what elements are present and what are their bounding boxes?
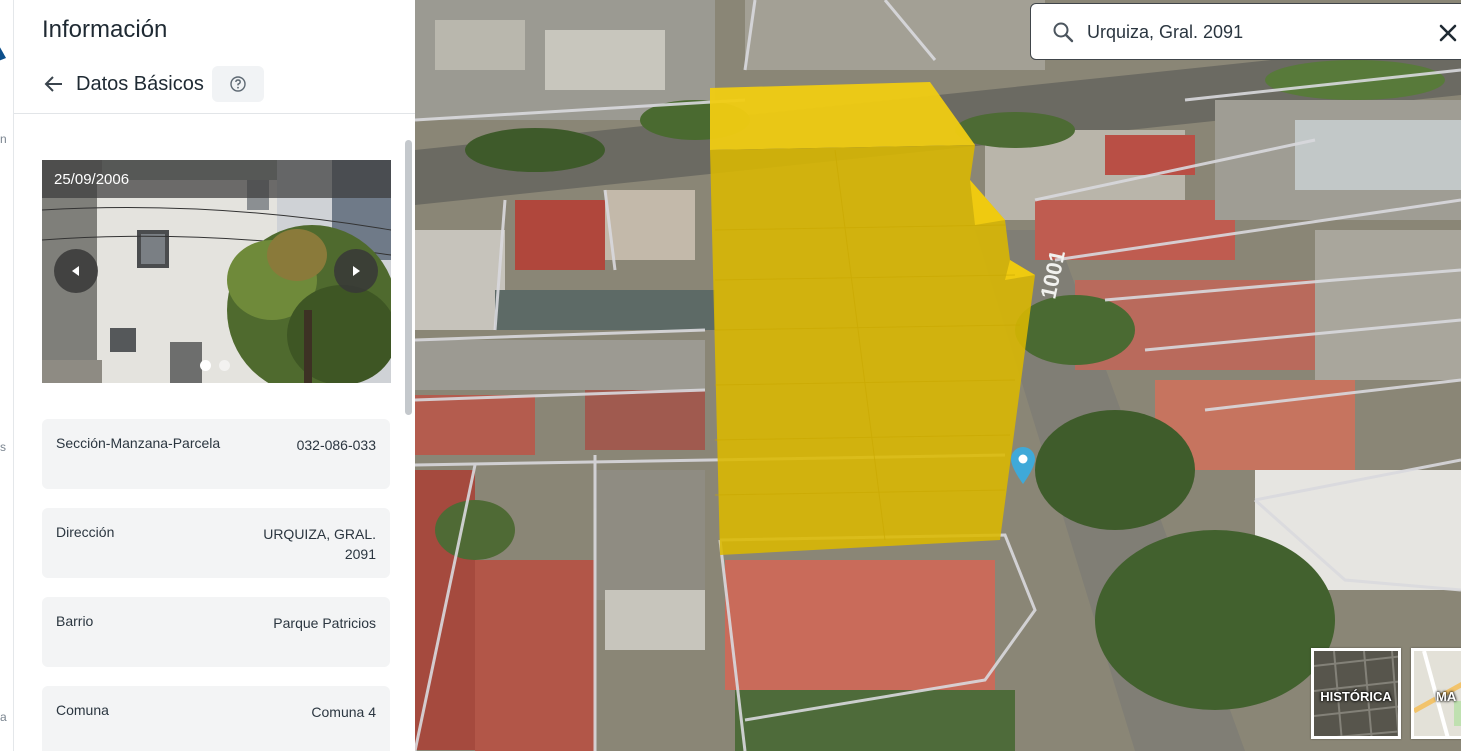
photo-date: 25/09/2006: [42, 160, 391, 198]
detail-value: 032-086-033: [296, 437, 376, 453]
detail-card-smp: Sección-Manzana-Parcela 032-086-033: [42, 419, 390, 489]
carousel-dot[interactable]: [219, 360, 230, 371]
next-photo-button[interactable]: [334, 249, 378, 293]
info-panel: Información Datos Básicos 25/09/2006 Sec…: [14, 0, 415, 751]
carousel-dot[interactable]: [200, 360, 211, 371]
detail-value: URQUIZA, GRAL. 2091: [263, 526, 376, 562]
clear-search-button[interactable]: [1433, 18, 1461, 48]
detail-card-commune: Comuna Comuna 4: [42, 686, 390, 751]
detail-card-address: Dirección URQUIZA, GRAL. 2091: [42, 508, 390, 578]
panel-scrollbar-thumb[interactable]: [405, 140, 412, 415]
close-icon: [1439, 24, 1457, 42]
help-button[interactable]: [211, 66, 264, 102]
rail-label-fragment[interactable]: a: [0, 710, 7, 724]
historic-layer-button[interactable]: HISTÓRICA: [1311, 648, 1401, 739]
left-nav-rail: n s a: [0, 0, 14, 751]
rail-label-fragment[interactable]: s: [0, 440, 6, 454]
aerial-imagery: 1001: [415, 0, 1461, 751]
map-layer-label: MA: [1436, 689, 1457, 704]
app-logo-icon: [0, 47, 6, 61]
panel-divider: [14, 113, 415, 114]
location-marker-icon[interactable]: [1008, 444, 1038, 486]
detail-card-neighborhood: Barrio Parque Patricios: [42, 597, 390, 667]
previous-photo-button[interactable]: [54, 249, 98, 293]
caret-right-icon: [353, 266, 360, 276]
caret-left-icon: [72, 266, 79, 276]
detail-value: Parque Patricios: [273, 615, 376, 631]
section-header: Datos Básicos: [42, 66, 264, 102]
detail-key: Dirección: [56, 524, 115, 540]
search-input[interactable]: [1087, 18, 1407, 46]
detail-value: Comuna 4: [311, 704, 376, 720]
map-viewport[interactable]: 1001: [415, 0, 1461, 751]
detail-key: Barrio: [56, 613, 94, 629]
rail-label-fragment[interactable]: n: [0, 132, 7, 146]
back-arrow-icon[interactable]: [42, 72, 66, 96]
search-icon: [1053, 22, 1074, 43]
carousel-dots: [200, 360, 230, 371]
help-icon: [230, 76, 246, 92]
panel-title: Información: [42, 16, 168, 43]
historic-layer-label: HISTÓRICA: [1320, 689, 1392, 704]
section-title: Datos Básicos: [76, 72, 204, 95]
map-layer-button[interactable]: MA: [1411, 648, 1461, 739]
street-photo-carousel[interactable]: 25/09/2006: [42, 160, 391, 383]
address-search-box: [1030, 3, 1461, 60]
detail-key: Sección-Manzana-Parcela: [56, 435, 221, 451]
detail-key: Comuna: [56, 702, 109, 718]
